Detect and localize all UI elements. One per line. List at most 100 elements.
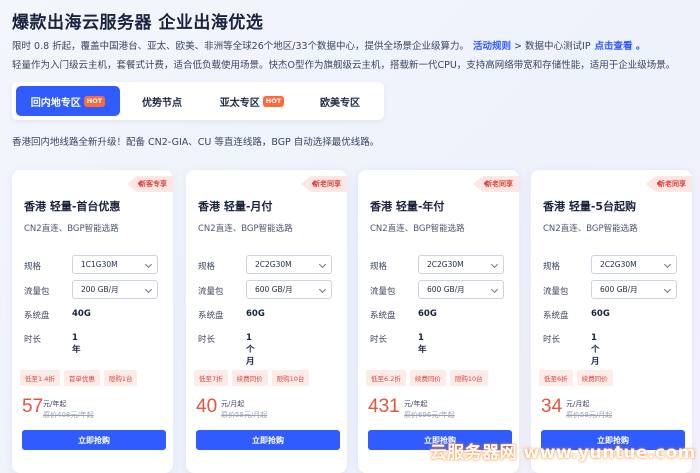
disk-value: 60G <box>418 309 437 319</box>
arrow-separator: > <box>514 41 523 52</box>
traffic-label: 流量包 <box>370 287 396 297</box>
spec-select[interactable]: 2C2G30M <box>246 255 332 274</box>
promo-tag: 限购10台 <box>271 370 310 386</box>
original-price: 原价58元/月起 <box>221 411 268 419</box>
duration-value: 1年 <box>418 333 427 355</box>
promo-tag: 低至6折 <box>539 370 573 386</box>
promo-ribbon: 新老同享 <box>646 176 692 192</box>
upgrade-notice: 香港回内地线路全新升级！配备 CN2-GIA、CU 等直连线路，BGP 自动选择… <box>12 137 380 148</box>
product-card: 新客专享 香港 轻量-首台优惠 CN2直连、BGP智能选路 规格 1C1G30M… <box>12 170 173 473</box>
intro-line-1: 限时 0.8 折起，覆盖中国港台、亚太、欧美、非洲等全球26个地区/33个数据中… <box>12 38 645 52</box>
promo-tags: 低至1.4折 首单优惠 限购1台 <box>20 370 138 386</box>
spec-select[interactable]: 2C2G30M <box>591 255 677 274</box>
promo-ribbon: 新老同享 <box>473 176 519 192</box>
duration-label: 时长 <box>24 335 42 345</box>
traffic-select[interactable]: 600 GB/月 <box>246 280 332 299</box>
promo-tag: 低至7折 <box>194 370 228 386</box>
promo-tag: 限购10台 <box>449 370 488 386</box>
region-tabs: 回内地专区 HOT 优势节点 亚太专区 HOT 欧美专区 <box>12 82 384 120</box>
hot-badge: HOT <box>83 95 106 107</box>
dc-test-ip-link[interactable]: 点击查看 。 <box>595 41 646 52</box>
buy-now-button[interactable]: 立即抢购 <box>22 430 166 450</box>
promo-tag: 低至1.4折 <box>20 370 60 386</box>
duration-label: 时长 <box>543 335 561 345</box>
tab-label: 回内地专区 <box>30 97 81 109</box>
tab-europe-america[interactable]: 欧美专区 <box>300 86 380 116</box>
dc-test-ip-text: 数据中心测试IP <box>525 41 591 52</box>
duration-label: 时长 <box>370 335 388 345</box>
spec-label: 规格 <box>370 262 388 272</box>
spec-label: 规格 <box>24 262 42 272</box>
card-subtitle: CN2直连、BGP智能选路 <box>543 224 638 234</box>
spec-value: 2C2G30M <box>427 260 464 269</box>
disk-value: 60G <box>591 309 610 319</box>
promo-tag: 限购1台 <box>103 370 138 386</box>
intro-line-2: 轻量作为入门级云主机，套餐式计费，适合低负载使用场景。快杰O型作为旗舰级云主机，… <box>12 60 676 71</box>
card-title: 香港 轻量-5台起购 <box>543 200 637 213</box>
price-unit: 元/月起 <box>566 400 590 408</box>
traffic-label: 流量包 <box>543 287 569 297</box>
spec-label: 规格 <box>543 262 561 272</box>
duration-value: 1个月 <box>591 333 600 367</box>
promo-tags: 低至7折 续费同价 限购10台 <box>194 370 310 386</box>
hot-badge: HOT <box>262 95 285 107</box>
traffic-value: 600 GB/月 <box>600 285 638 294</box>
promo-ribbon: 新老同享 <box>301 176 347 192</box>
chevron-down-icon <box>144 260 153 269</box>
price-value: 40 <box>196 396 218 417</box>
spec-value: 2C2G30M <box>600 260 637 269</box>
disk-label: 系统盘 <box>198 311 224 321</box>
price-unit: 元/年起 <box>43 400 67 408</box>
card-subtitle: CN2直连、BGP智能选路 <box>198 224 293 234</box>
promo-tag: 续费同价 <box>409 370 446 386</box>
product-card: 新老同享 香港 轻量-月付 CN2直连、BGP智能选路 规格 2C2G30M 流… <box>186 170 347 473</box>
chevron-down-icon <box>144 285 153 294</box>
card-title: 香港 轻量-月付 <box>198 200 273 213</box>
chevron-down-icon <box>318 260 327 269</box>
spec-select[interactable]: 2C2G30M <box>418 255 504 274</box>
traffic-value: 600 GB/月 <box>255 285 293 294</box>
product-cards: 新客专享 香港 轻量-首台优惠 CN2直连、BGP智能选路 规格 1C1G30M… <box>12 170 700 473</box>
traffic-label: 流量包 <box>24 287 50 297</box>
buy-now-button[interactable]: 立即抢购 <box>196 430 340 450</box>
card-subtitle: CN2直连、BGP智能选路 <box>24 224 119 234</box>
card-title: 香港 轻量-年付 <box>370 200 445 213</box>
page-headline: 爆款出海云服务器 企业出海优选 <box>12 13 264 33</box>
site-watermark: 云服务器网 www.yuntue.com <box>429 443 696 463</box>
original-price: 原价696元/年起 <box>404 411 455 419</box>
traffic-value: 200 GB/月 <box>81 285 119 294</box>
tab-advantage-nodes[interactable]: 优势节点 <box>120 86 204 116</box>
traffic-select[interactable]: 200 GB/月 <box>72 280 158 299</box>
spec-label: 规格 <box>198 262 216 272</box>
promo-tag: 首单优惠 <box>63 370 100 386</box>
product-card: 新老同享 香港 轻量-5台起购 CN2直连、BGP智能选路 规格 2C2G30M… <box>531 170 692 473</box>
spec-value: 2C2G30M <box>255 260 292 269</box>
spec-select[interactable]: 1C1G30M <box>72 255 158 274</box>
chevron-down-icon <box>663 285 672 294</box>
price-value: 57 <box>22 396 44 417</box>
tab-label: 欧美专区 <box>320 97 360 109</box>
spec-value: 1C1G30M <box>81 260 118 269</box>
duration-value: 1个月 <box>246 333 255 367</box>
price-value: 431 <box>368 396 400 417</box>
promo-ribbon: 新客专享 <box>127 176 173 192</box>
traffic-select[interactable]: 600 GB/月 <box>591 280 677 299</box>
duration-value: 1年 <box>72 333 81 355</box>
tab-label: 亚太专区 <box>219 97 260 109</box>
intro-text: 限时 0.8 折起，覆盖中国港台、亚太、欧美、非洲等全球26个地区/33个数据中… <box>12 41 470 52</box>
promo-tag: 续费同价 <box>576 370 613 386</box>
tab-asia-pacific[interactable]: 亚太专区 HOT <box>204 86 300 116</box>
product-card: 新老同享 香港 轻量-年付 CN2直连、BGP智能选路 规格 2C2G30M 流… <box>358 170 519 473</box>
promo-tag: 低至6.2折 <box>366 370 406 386</box>
card-subtitle: CN2直连、BGP智能选路 <box>370 224 465 234</box>
tab-mainland[interactable]: 回内地专区 HOT <box>16 86 120 116</box>
duration-label: 时长 <box>198 335 216 345</box>
price-value: 34 <box>541 396 563 417</box>
chevron-down-icon <box>318 285 327 294</box>
disk-value: 40G <box>72 309 91 319</box>
traffic-select[interactable]: 600 GB/月 <box>418 280 504 299</box>
chevron-down-icon <box>663 260 672 269</box>
original-price: 原价408元/年起 <box>43 411 94 419</box>
traffic-label: 流量包 <box>198 287 224 297</box>
activity-rules-link[interactable]: 活动规则 <box>473 41 511 52</box>
